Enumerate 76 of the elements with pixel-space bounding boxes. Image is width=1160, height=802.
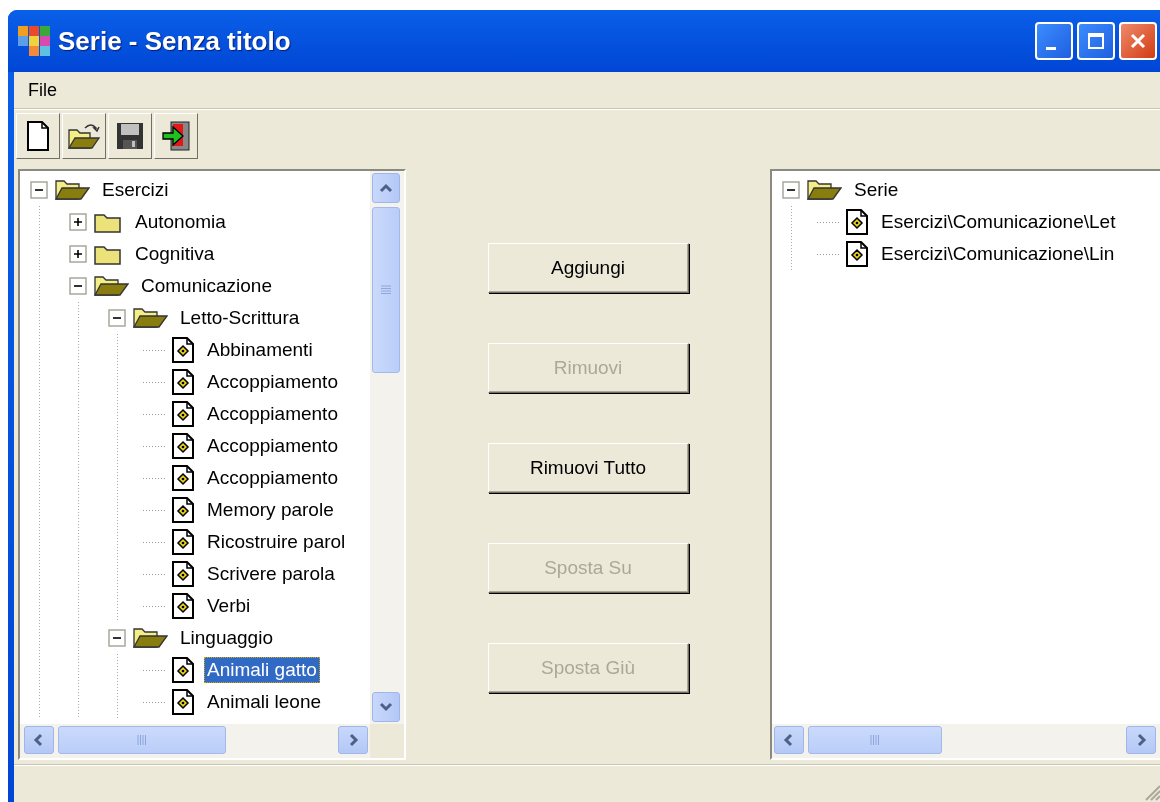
maximize-icon <box>1087 32 1105 50</box>
open-folder-icon <box>54 178 90 202</box>
scroll-down-button[interactable] <box>372 692 400 722</box>
menu-item[interactable]: File <box>18 77 67 103</box>
scroll-up-button[interactable] <box>372 173 400 203</box>
document-icon <box>171 401 195 427</box>
tree-item[interactable]: Accoppiamento <box>204 401 341 427</box>
exit-button[interactable] <box>154 113 198 159</box>
blank-page-icon <box>26 121 50 151</box>
document-icon <box>171 689 195 715</box>
open-button[interactable] <box>62 113 106 159</box>
tree-item[interactable]: Linguaggio <box>177 625 276 651</box>
scroll-left-button[interactable] <box>24 726 54 754</box>
tree-item[interactable]: Ricostruire parol <box>204 529 349 555</box>
open-folder-icon <box>93 274 129 298</box>
tree-item[interactable]: Verbi <box>204 593 254 619</box>
scroll-right-button[interactable] <box>338 726 368 754</box>
open-folder-icon <box>67 122 101 150</box>
grip-icon <box>137 733 147 747</box>
tree-item[interactable]: Autonomia <box>132 209 229 235</box>
minimize-icon <box>1046 46 1056 50</box>
scroll-thumb[interactable] <box>808 726 942 754</box>
scroll-right-button[interactable] <box>1126 726 1156 754</box>
app-logo-icon <box>18 26 50 56</box>
action-button[interactable]: Aggiungi <box>487 243 689 293</box>
maximize-button[interactable] <box>1077 22 1115 60</box>
new-button[interactable] <box>16 113 60 159</box>
grip-icon <box>379 285 393 295</box>
tree-item[interactable]: Esercizi <box>99 177 172 203</box>
collapse-toggle[interactable] <box>108 309 126 327</box>
window-title: Serie - Senza titolo <box>58 25 292 57</box>
open-folder-icon <box>806 178 842 202</box>
document-icon <box>845 241 869 267</box>
document-icon <box>171 561 195 587</box>
tree-item[interactable]: Accoppiamento <box>204 369 341 395</box>
scrollbar-corner <box>370 724 404 758</box>
tree-item[interactable]: Esercizi\Comunicazione\Lin <box>878 241 1118 267</box>
document-icon <box>171 593 195 619</box>
tree-item[interactable]: Animali gatto <box>204 657 320 683</box>
collapse-toggle[interactable] <box>108 629 126 647</box>
grip-icon <box>870 733 880 747</box>
scroll-left-button[interactable] <box>774 726 804 754</box>
expand-toggle[interactable] <box>69 213 87 231</box>
document-icon <box>171 497 195 523</box>
document-icon <box>845 209 869 235</box>
close-icon <box>1129 32 1147 50</box>
document-icon <box>171 337 195 363</box>
document-icon <box>171 369 195 395</box>
tree-item[interactable]: Serie <box>851 177 902 203</box>
tree-item[interactable]: Accoppiamento <box>204 433 341 459</box>
scroll-thumb[interactable] <box>58 726 226 754</box>
tree-item[interactable]: Comunicazione <box>138 273 275 299</box>
document-icon <box>171 465 195 491</box>
document-icon <box>171 657 195 683</box>
open-folder-icon <box>132 306 168 330</box>
close-button[interactable] <box>1119 22 1157 60</box>
collapse-toggle[interactable] <box>69 277 87 295</box>
document-icon <box>171 433 195 459</box>
tree-item[interactable]: Memory parole <box>204 497 337 523</box>
tree-item[interactable]: Scrivere parola <box>204 561 338 587</box>
tree-item[interactable]: Cognitiva <box>132 241 218 267</box>
tree-item[interactable]: Esercizi\Comunicazione\Let <box>878 209 1119 235</box>
minimize-button[interactable] <box>1035 22 1073 60</box>
scroll-thumb[interactable] <box>372 207 400 373</box>
tree-item[interactable]: Accoppiamento <box>204 465 341 491</box>
open-folder-icon <box>132 626 168 650</box>
tree-item[interactable]: Letto-Scrittura <box>177 305 303 331</box>
collapse-toggle[interactable] <box>30 181 48 199</box>
action-button[interactable]: Rimuovi Tutto <box>487 443 689 493</box>
tree-item[interactable]: Animali leone <box>204 689 325 715</box>
expand-toggle[interactable] <box>69 245 87 263</box>
document-icon <box>171 529 195 555</box>
door-arrow-icon <box>161 121 191 151</box>
tree-item[interactable]: Abbinamenti <box>204 337 316 363</box>
save-button[interactable] <box>108 113 152 159</box>
collapse-toggle[interactable] <box>782 181 800 199</box>
